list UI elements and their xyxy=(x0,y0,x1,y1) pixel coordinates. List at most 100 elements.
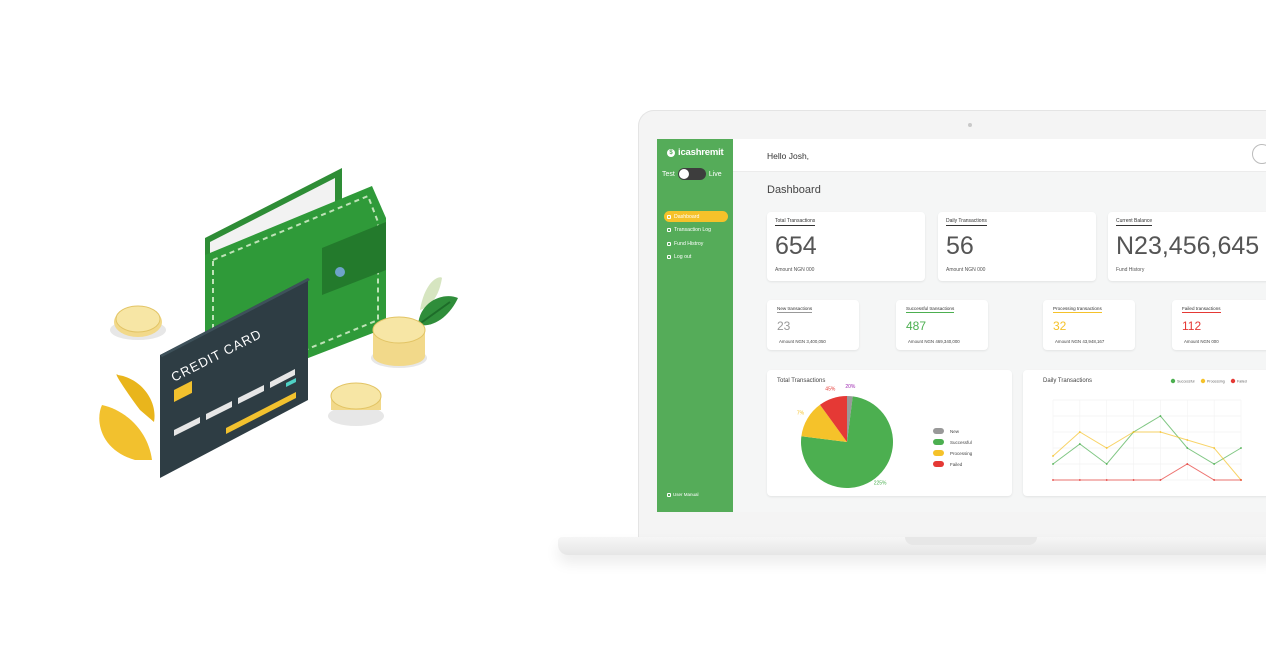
data-point xyxy=(1078,443,1081,445)
data-point xyxy=(1078,479,1081,481)
sidebar-item-dashboard[interactable]: Dashboard xyxy=(664,211,728,222)
status-label: Failed transactions xyxy=(1182,306,1221,313)
data-point xyxy=(1186,463,1189,465)
card-subtext: Amount NGN 000 xyxy=(946,267,986,273)
status-subtext: Amount NGN 3,400,050 xyxy=(779,339,826,344)
sidebar-item-label: Log out xyxy=(674,254,692,260)
history-icon xyxy=(667,241,671,246)
pie-data-label: 225% xyxy=(874,481,887,487)
status-value: 112 xyxy=(1182,319,1202,333)
series-line-successful xyxy=(1052,415,1242,465)
data-point xyxy=(1078,431,1081,433)
daily-transactions-chart-card: Daily Transactions Successful Processing F… xyxy=(1023,370,1266,496)
legend-dot xyxy=(1230,378,1236,384)
sidebar-item-label: Fund Histroy xyxy=(674,240,704,247)
logo-icon: $ xyxy=(667,148,675,157)
status-card-processing[interactable]: Processing transactions 32 Amount NGN 43… xyxy=(1043,300,1135,350)
status-subtext: Amount NGN 000 xyxy=(1184,339,1219,344)
sidebar-item-log-out[interactable]: Log out xyxy=(664,252,728,263)
sidebar-nav: Dashboard Transaction Log Fund Histroy L… xyxy=(664,211,728,265)
brand-logo[interactable]: $ icashremit xyxy=(667,147,724,158)
total-transactions-chart-card: Total Transactions 20% 225% 7% 45% New Succes… xyxy=(767,370,1012,496)
legend-label: Processing xyxy=(1207,380,1225,384)
card-label: Current Balance xyxy=(1116,218,1153,226)
data-point xyxy=(1213,447,1216,449)
series-line-failed xyxy=(1053,463,1241,481)
legend-swatch xyxy=(933,461,944,467)
sidebar-item-label: Dashboard xyxy=(674,213,700,220)
mode-switch: Test Live xyxy=(662,168,722,180)
status-subtext: Amount NGN 469,340,000 xyxy=(908,339,960,344)
data-point xyxy=(1105,463,1108,465)
pie-data-label: 7% xyxy=(797,411,805,417)
user-avatar-icon[interactable] xyxy=(1252,144,1266,164)
book-icon xyxy=(667,492,671,497)
sidebar: $ icashremit Test Live Dashboard Transac… xyxy=(657,139,733,512)
mode-toggle[interactable] xyxy=(677,168,706,180)
data-point xyxy=(1186,439,1189,441)
laptop-base-notch xyxy=(905,537,1037,545)
card-value: 654 xyxy=(775,232,817,260)
brand-name: icashremit xyxy=(678,147,724,158)
legend-label: New xyxy=(950,429,960,434)
series-line-processing xyxy=(1052,431,1242,481)
data-point xyxy=(1052,455,1054,457)
toggle-knob xyxy=(678,169,689,179)
user-manual-label: User Manual xyxy=(673,492,699,497)
sidebar-item-fund-history[interactable]: Fund Histroy xyxy=(664,238,728,249)
card-label: Daily Transactions xyxy=(946,218,987,226)
pie-chart: 20% 225% 7% 45% New Successful Processing Faile… xyxy=(797,384,973,488)
status-card-successful[interactable]: Successful transactions 487 Amount NGN 4… xyxy=(896,300,988,350)
line-chart: Successful Processing Failed xyxy=(1052,378,1247,481)
data-point xyxy=(1186,447,1189,449)
data-point xyxy=(1240,479,1242,481)
summary-card-total[interactable]: Total Transactions 654 Amount NGN 000 xyxy=(767,212,925,281)
legend-dot xyxy=(1170,378,1176,384)
data-point xyxy=(1052,479,1054,481)
card-subtext: Fund History xyxy=(1116,267,1145,273)
logout-icon xyxy=(667,255,671,259)
data-point xyxy=(1213,463,1216,465)
card-value: N23,456,645 xyxy=(1116,232,1260,260)
summary-card-balance[interactable]: Current Balance N23,456,645 Fund History xyxy=(1108,212,1266,281)
status-card-failed[interactable]: Failed transactions 112 Amount NGN 000 xyxy=(1172,300,1266,350)
app-screen: $ icashremit Test Live Dashboard Transac… xyxy=(657,139,1266,512)
mode-live-label: Live xyxy=(708,170,722,178)
legend-swatch xyxy=(933,450,944,456)
card-subtext: Amount NGN 000 xyxy=(775,267,815,273)
status-label: Processing transactions xyxy=(1053,306,1102,313)
top-bar: Hello Josh, xyxy=(733,139,1266,172)
data-point xyxy=(1159,415,1162,417)
list-icon xyxy=(667,228,671,232)
data-point xyxy=(1052,463,1054,465)
legend-dot xyxy=(1200,378,1206,384)
sidebar-item-transaction-log[interactable]: Transaction Log xyxy=(664,225,728,236)
card-value: 56 xyxy=(946,232,974,260)
user-manual-link[interactable]: User Manual xyxy=(667,492,699,497)
legend-label: Successful xyxy=(1177,380,1195,384)
legend-label: Successful xyxy=(950,440,972,445)
legend-label: Processing xyxy=(950,451,973,456)
pie-data-label: 45% xyxy=(825,387,836,393)
status-label: Successful transactions xyxy=(906,306,955,313)
camera-dot xyxy=(968,123,972,127)
status-value: 487 xyxy=(906,319,927,333)
data-point xyxy=(1159,479,1162,481)
data-point xyxy=(1105,447,1108,449)
pie-data-label: 20% xyxy=(845,384,856,390)
greeting-text: Hello Josh, xyxy=(767,151,810,161)
card-label: Total Transactions xyxy=(775,218,816,226)
data-point xyxy=(1105,479,1108,481)
status-card-new[interactable]: New transactions 23 Amount NGN 3,400,050 xyxy=(767,300,859,350)
data-point xyxy=(1159,431,1162,433)
dashboard-icon xyxy=(667,214,671,219)
page-title: Dashboard xyxy=(767,184,821,196)
legend-swatch xyxy=(933,428,944,434)
sidebar-item-label: Transaction Log xyxy=(674,227,712,233)
data-point xyxy=(1132,479,1135,481)
legend-label: Failed xyxy=(950,462,963,467)
legend-swatch xyxy=(933,439,944,445)
mode-test-label: Test xyxy=(662,170,675,178)
data-point xyxy=(1240,447,1242,449)
summary-card-daily[interactable]: Daily Transactions 56 Amount NGN 000 xyxy=(938,212,1096,281)
